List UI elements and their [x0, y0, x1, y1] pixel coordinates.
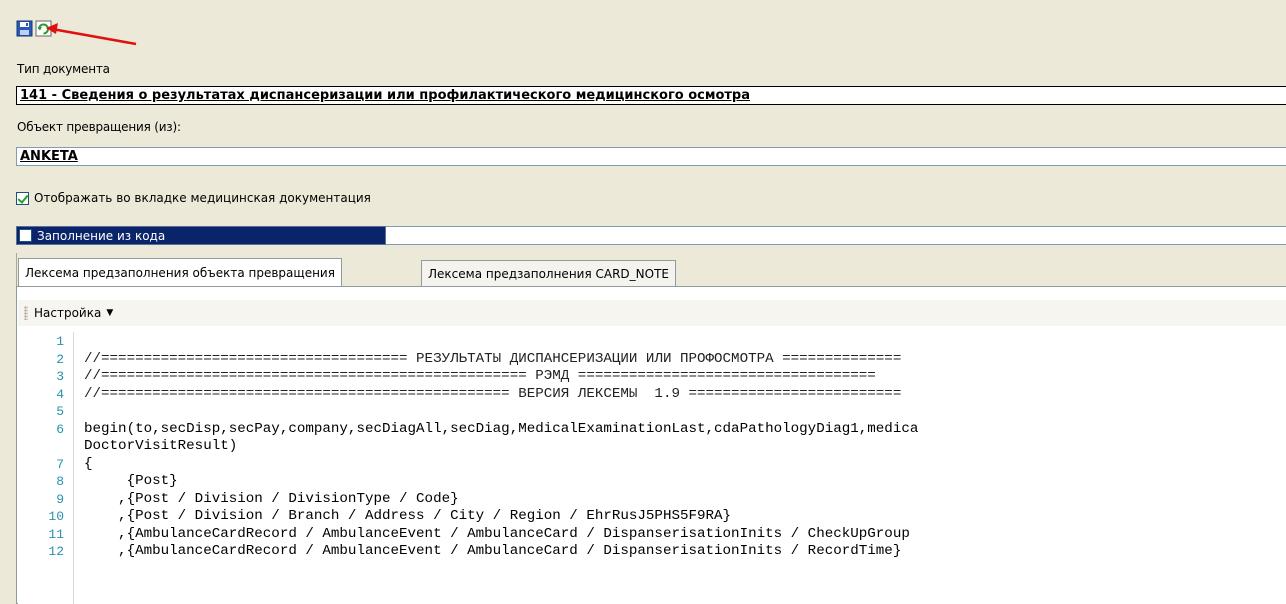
fill-from-code-row[interactable]: Заполнение из кода: [16, 226, 386, 245]
line-number: 4: [56, 386, 64, 402]
fill-from-code-field: [386, 226, 1286, 245]
settings-toolbar: Настройка ▼: [18, 300, 1286, 326]
code-text: //==================================== Р…: [84, 350, 902, 367]
show-in-tab-checkbox[interactable]: [16, 191, 29, 205]
line-number: 2: [56, 351, 64, 367]
line-number: 8: [56, 474, 64, 489]
code-text: DoctorVisitResult): [84, 438, 238, 454]
toolbar: [0, 0, 1286, 46]
code-text: ,{AmbulanceCardRecord / AmbulanceEvent /…: [84, 525, 910, 542]
code-text: ,{AmbulanceCardRecord / AmbulanceEvent /…: [84, 543, 902, 559]
fill-from-code-checkbox[interactable]: [19, 229, 32, 242]
grip-icon: [24, 306, 28, 320]
tab-card-note-lexeme[interactable]: Лексема предзаполнения CARD_NOTE: [421, 260, 676, 286]
chevron-down-icon[interactable]: ▼: [106, 308, 113, 318]
line-number: 11: [48, 526, 64, 542]
line-number: 5: [56, 404, 64, 419]
tab-object-lexeme[interactable]: Лексема предзаполнения объекта превращен…: [18, 258, 342, 286]
line-number: 6: [56, 421, 64, 437]
code-text: {Post}: [84, 473, 178, 489]
doc-type-field[interactable]: 141 - Сведения о результатах диспансериз…: [16, 86, 1286, 105]
line-number: 10: [48, 509, 64, 524]
code-text: //======================================…: [84, 385, 902, 402]
show-in-tab-checkbox-row[interactable]: Отображать во вкладке медицинская докуме…: [16, 191, 371, 205]
code-text: ,{Post / Division / DivisionType / Code}: [84, 490, 459, 507]
show-in-tab-label: Отображать во вкладке медицинская докуме…: [34, 191, 371, 205]
code-editor[interactable]: 1 2//====================================…: [18, 332, 1286, 604]
object-field[interactable]: ANKETA: [16, 147, 1286, 166]
line-number: 7: [56, 456, 64, 472]
line-number: 9: [56, 491, 64, 507]
code-text: begin(to,secDisp,secPay,company,secDiagA…: [84, 420, 919, 437]
line-number: 12: [48, 544, 64, 559]
code-text: {: [84, 455, 93, 472]
code-text: //======================================…: [84, 368, 876, 384]
red-arrow-annotation: [46, 23, 137, 46]
settings-menu[interactable]: Настройка: [34, 306, 101, 320]
line-number: 1: [56, 334, 64, 349]
save-icon[interactable]: [16, 20, 33, 37]
fill-from-code-label: Заполнение из кода: [37, 228, 166, 243]
object-label: Объект превращения (из):: [17, 120, 181, 134]
code-text: ,{Post / Division / Branch / Address / C…: [84, 508, 732, 524]
doc-type-label: Тип документа: [17, 62, 110, 76]
line-number: 3: [56, 369, 64, 384]
